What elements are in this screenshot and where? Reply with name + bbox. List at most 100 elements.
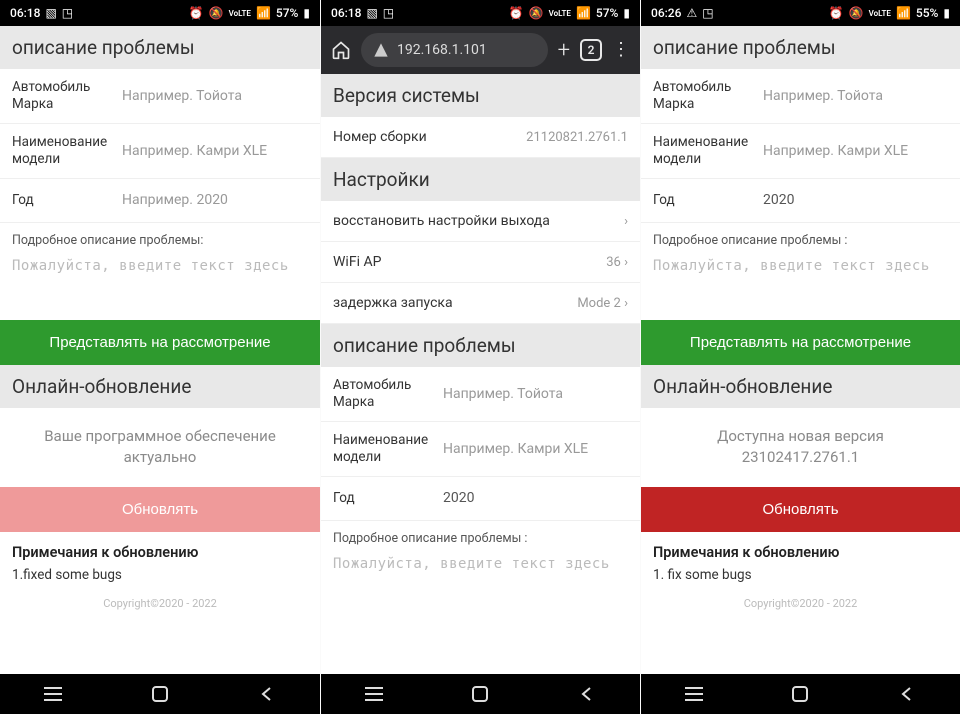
field-make[interactable]: Автомобиль Марка Например. Тойота	[321, 367, 640, 422]
setting-label: задержка запуска	[333, 295, 453, 311]
home-button[interactable]	[148, 682, 172, 706]
image-icon: ▧	[366, 6, 377, 20]
setting-label: восстановить настройки выхода	[333, 213, 550, 229]
mute-icon: 🔕	[529, 6, 544, 20]
copyright: Copyright©2020 - 2022	[641, 591, 960, 614]
status-battery: 57%	[596, 6, 618, 20]
field-placeholder: Например. Камри XLE	[443, 441, 628, 457]
release-notes-body: 1. fix some bugs	[641, 565, 960, 591]
update-message: Ваше программное обеспечение актуально	[0, 408, 320, 488]
description-label: Подробное описание проблемы:	[0, 223, 320, 254]
field-placeholder: Например. Камри XLE	[122, 143, 308, 159]
android-navbar	[641, 674, 960, 714]
recent-apps-button[interactable]	[41, 682, 65, 706]
browser-menu-button[interactable]: ⋮	[612, 41, 630, 59]
tab-count[interactable]: 2	[580, 39, 602, 61]
release-notes-body: 1.fixed some bugs	[0, 565, 320, 591]
field-value: 2020	[763, 192, 948, 208]
home-button[interactable]	[788, 682, 812, 706]
volte-icon: VoLTE	[549, 9, 571, 18]
android-navbar	[321, 674, 640, 714]
build-value: 21120821.2761.1	[526, 130, 628, 145]
field-placeholder: Например. Тойота	[763, 88, 948, 104]
problem-header: описание проблемы	[321, 324, 640, 367]
settings-header: Настройки	[321, 158, 640, 201]
field-label: Год	[12, 192, 122, 209]
update-header: Онлайн-обновление	[641, 365, 960, 408]
alarm-icon: ⏰	[189, 6, 204, 20]
field-placeholder: Например. Тойота	[443, 386, 628, 402]
chevron-right-icon: ›	[624, 214, 628, 229]
field-model[interactable]: Наименование модели Например. Камри XLE	[321, 422, 640, 477]
field-model[interactable]: Наименование модели Например. Камри XLE	[0, 124, 320, 179]
field-make[interactable]: Автомобиль Марка Например. Тойота	[641, 69, 960, 124]
update-message: Доступна новая версия 23102417.2761.1	[641, 408, 960, 488]
status-time: 06:18	[10, 6, 40, 20]
back-button[interactable]	[255, 682, 279, 706]
release-notes-title: Примечания к обновлению	[641, 532, 960, 565]
mute-icon: 🔕	[849, 6, 864, 20]
browser-home-button[interactable]	[331, 40, 351, 60]
setting-value: Mode 2	[577, 296, 621, 311]
field-model[interactable]: Наименование модели Например. Камри XLE	[641, 124, 960, 179]
url-text: 192.168.1.101	[397, 42, 487, 58]
status-battery: 55%	[916, 6, 938, 20]
mute-icon: 🔕	[209, 6, 224, 20]
status-time: 06:18	[331, 6, 361, 20]
recent-apps-button[interactable]	[682, 682, 706, 706]
field-label: Наименование модели	[333, 432, 443, 466]
phone-2: 06:18 ▧ ◳ ⏰ 🔕 VoLTE 📶 57% ▮ 192.168.1.10…	[320, 0, 640, 714]
android-navbar	[0, 674, 320, 714]
submit-button[interactable]: Представлять на рассмотрение	[0, 320, 320, 365]
field-placeholder: Например. Тойота	[122, 88, 308, 104]
field-year[interactable]: Год 2020	[641, 179, 960, 223]
setting-value: 36	[606, 255, 621, 270]
field-label: Наименование модели	[12, 134, 122, 168]
field-label: Наименование модели	[653, 134, 763, 168]
back-button[interactable]	[575, 682, 599, 706]
warning-icon: ⚠	[686, 6, 697, 20]
field-label: Год	[333, 490, 443, 507]
gallery-icon: ◳	[383, 6, 394, 20]
setting-launch-delay[interactable]: задержка запуска Mode 2 ›	[321, 283, 640, 324]
field-label: Автомобиль Марка	[653, 79, 763, 113]
phone-1: 06:18 ▧ ◳ ⏰ 🔕 VoLTE 📶 57% ▮ описание про…	[0, 0, 320, 714]
field-label: Автомобиль Марка	[12, 79, 122, 113]
update-button[interactable]: Обновлять	[0, 487, 320, 532]
status-bar: 06:18 ▧ ◳ ⏰ 🔕 VoLTE 📶 57% ▮	[0, 0, 320, 26]
description-input[interactable]: Пожалуйста, введите текст здесь	[641, 254, 960, 286]
insecure-icon	[373, 42, 389, 58]
new-tab-button[interactable]: +	[558, 38, 570, 63]
volte-icon: VoLTE	[869, 9, 891, 18]
setting-wifi-ap[interactable]: WiFi AP 36 ›	[321, 242, 640, 283]
gallery-icon: ◳	[62, 6, 73, 20]
field-label: Автомобиль Марка	[333, 377, 443, 411]
status-bar: 06:26 ⚠ ◳ ⏰ 🔕 VoLTE 📶 55% ▮	[641, 0, 960, 26]
recent-apps-button[interactable]	[362, 682, 386, 706]
image-icon: ▧	[45, 6, 56, 20]
battery-icon: ▮	[303, 6, 310, 20]
volte-icon: VoLTE	[229, 9, 251, 18]
system-version-header: Версия системы	[321, 74, 640, 117]
status-time: 06:26	[651, 6, 681, 20]
description-input[interactable]: Пожалуйста, введите текст здесь	[0, 254, 320, 286]
field-year[interactable]: Год Например. 2020	[0, 179, 320, 223]
update-button[interactable]: Обновлять	[641, 487, 960, 532]
description-input[interactable]: Пожалуйста, введите текст здесь	[321, 552, 640, 584]
field-label: Год	[653, 192, 763, 209]
setting-restore[interactable]: восстановить настройки выхода ›	[321, 201, 640, 242]
home-button[interactable]	[468, 682, 492, 706]
back-button[interactable]	[895, 682, 919, 706]
battery-icon: ▮	[623, 6, 630, 20]
build-label: Номер сборки	[333, 129, 427, 145]
problem-header: описание проблемы	[0, 26, 320, 69]
battery-icon: ▮	[943, 6, 950, 20]
field-year[interactable]: Год 2020	[321, 477, 640, 521]
status-battery: 57%	[276, 6, 298, 20]
signal-icon: 📶	[256, 6, 271, 20]
signal-icon: 📶	[576, 6, 591, 20]
submit-button[interactable]: Представлять на рассмотрение	[641, 320, 960, 365]
address-bar[interactable]: 192.168.1.101	[361, 33, 548, 67]
status-bar: 06:18 ▧ ◳ ⏰ 🔕 VoLTE 📶 57% ▮	[321, 0, 640, 26]
field-make[interactable]: Автомобиль Марка Например. Тойота	[0, 69, 320, 124]
